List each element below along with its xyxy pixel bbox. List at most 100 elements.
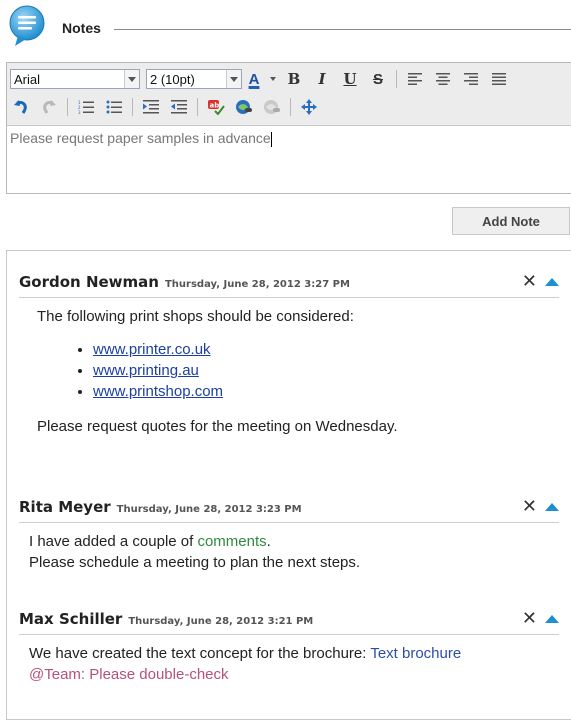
svg-text:ab: ab (210, 102, 220, 110)
align-right-button[interactable] (459, 68, 483, 90)
resize-editor-button[interactable] (297, 96, 321, 118)
notes-bubble-icon (9, 5, 45, 46)
font-color-button[interactable]: A (244, 68, 264, 90)
note-link[interactable]: www.printing.au (93, 362, 199, 379)
italic-button[interactable]: I (310, 68, 334, 90)
undo-icon (14, 100, 27, 114)
note-item: Max Schiller Thursday, June 28, 2012 3:21… (19, 608, 559, 685)
toolbar-separator (132, 98, 133, 116)
note-text-segment: I have added a couple of (29, 533, 198, 550)
align-justify-icon (492, 73, 506, 85)
redo-icon (43, 100, 56, 114)
indent-button[interactable] (139, 96, 163, 118)
outdent-button[interactable] (167, 96, 191, 118)
comments-keyword[interactable]: comments (197, 533, 266, 550)
note-author: Max Schiller Thursday, June 28, 2012 3:21… (19, 610, 313, 628)
move-arrows-icon (301, 99, 317, 115)
collapse-note-icon[interactable] (545, 278, 559, 286)
note-text: Please request quotes for the meeting on… (37, 418, 398, 435)
remove-link-button[interactable] (260, 96, 284, 118)
align-center-button[interactable] (431, 68, 455, 90)
list-item: www.printshop.com (93, 381, 559, 402)
note-text: We have created the text concept for the… (29, 645, 371, 662)
toolbar-separator (197, 98, 198, 116)
note-date: Thursday, June 28, 2012 3:21 PM (128, 616, 314, 627)
collapse-note-icon[interactable] (545, 615, 559, 623)
note-text: The following print shops should be cons… (37, 308, 354, 325)
unlink-icon (264, 100, 280, 114)
indent-icon (143, 100, 159, 114)
note-text-input[interactable]: Please request paper samples in advance (7, 126, 571, 193)
align-left-button[interactable] (403, 68, 427, 90)
collapse-note-icon[interactable] (545, 503, 559, 511)
toolbar-row-format: Arial 2 (10pt) A B I U S (7, 65, 513, 93)
font-size-select[interactable]: 2 (10pt) (146, 69, 242, 89)
note-author: Rita Meyer Thursday, June 28, 2012 3:23 P… (19, 498, 302, 516)
font-family-select[interactable]: Arial (10, 69, 140, 89)
note-body: The following print shops should be cons… (19, 298, 559, 437)
link-icon (236, 100, 252, 114)
note-date: Thursday, June 28, 2012 3:23 PM (116, 504, 302, 515)
note-author-name: Gordon Newman (19, 273, 159, 291)
document-link[interactable]: Text brochure (370, 645, 461, 662)
add-note-button[interactable]: Add Note (452, 207, 570, 235)
note-body: I have added a couple of comments. Pleas… (19, 523, 559, 573)
link-list: www.printer.co.uk www.printing.au www.pr… (37, 339, 559, 402)
notes-list: Gordon Newman Thursday, June 28, 2012 3:2… (6, 250, 571, 720)
undo-button[interactable] (9, 96, 33, 118)
note-link[interactable]: www.printshop.com (93, 383, 223, 400)
notes-title: Notes (62, 20, 101, 36)
toolbar-row-actions: 123 ab (7, 93, 323, 121)
note-header: Rita Meyer Thursday, June 28, 2012 3:23 P… (19, 496, 559, 523)
team-mention[interactable]: @Team: Please double-check (29, 666, 229, 683)
delete-note-icon[interactable]: ✕ (522, 271, 537, 292)
bullet-list-button[interactable] (102, 96, 126, 118)
note-item: Gordon Newman Thursday, June 28, 2012 3:2… (19, 271, 559, 437)
note-text: I have added a couple of comments. (29, 531, 559, 552)
note-author-name: Max Schiller (19, 610, 123, 628)
spellcheck-icon: ab (208, 100, 225, 115)
delete-note-icon[interactable]: ✕ (522, 496, 537, 517)
text-caret (270, 131, 272, 147)
header-divider (114, 29, 571, 30)
note-item: Rita Meyer Thursday, June 28, 2012 3:23 P… (19, 496, 559, 573)
strikethrough-button[interactable]: S (366, 68, 390, 90)
note-author-name: Rita Meyer (19, 498, 111, 516)
underline-button[interactable]: U (338, 68, 362, 90)
align-center-icon (436, 73, 450, 85)
chevron-down-icon[interactable] (124, 70, 139, 88)
font-color-dropdown[interactable] (268, 68, 278, 90)
bold-button[interactable]: B (282, 68, 306, 90)
notes-header: Notes (6, 4, 571, 48)
note-header: Max Schiller Thursday, June 28, 2012 3:21… (19, 608, 559, 635)
chevron-down-icon (270, 77, 276, 81)
align-justify-button[interactable] (487, 68, 511, 90)
font-size-value: 2 (10pt) (150, 71, 195, 87)
note-text: Please schedule a meeting to plan the ne… (29, 554, 361, 571)
note-date: Thursday, June 28, 2012 3:27 PM (164, 279, 350, 290)
note-link[interactable]: www.printer.co.uk (93, 341, 211, 358)
note-text-segment: . (266, 533, 271, 550)
numbered-list-icon: 123 (78, 100, 94, 114)
note-editor: Arial 2 (10pt) A B I U S 1 2 3 ab Please… (6, 62, 571, 194)
chevron-down-icon[interactable] (226, 70, 241, 88)
outdent-icon (171, 100, 187, 114)
delete-note-icon[interactable]: ✕ (522, 608, 537, 629)
align-left-icon (408, 73, 422, 85)
note-body: We have created the text concept for the… (19, 635, 469, 685)
editor-toolbar: Arial 2 (10pt) A B I U S 1 2 3 ab (7, 63, 571, 126)
list-item: www.printing.au (93, 360, 559, 381)
note-header: Gordon Newman Thursday, June 28, 2012 3:2… (19, 271, 559, 298)
insert-link-button[interactable] (232, 96, 256, 118)
toolbar-separator (67, 98, 68, 116)
align-right-icon (464, 73, 478, 85)
note-text-value: Please request paper samples in advance (10, 130, 271, 146)
spellcheck-button[interactable]: ab (204, 96, 228, 118)
list-item: www.printer.co.uk (93, 339, 559, 360)
bullet-list-icon (106, 100, 122, 114)
svg-text:3: 3 (78, 110, 81, 114)
redo-button[interactable] (37, 96, 61, 118)
toolbar-separator (290, 98, 291, 116)
numbered-list-button[interactable]: 123 (74, 96, 98, 118)
font-family-value: Arial (14, 71, 41, 87)
